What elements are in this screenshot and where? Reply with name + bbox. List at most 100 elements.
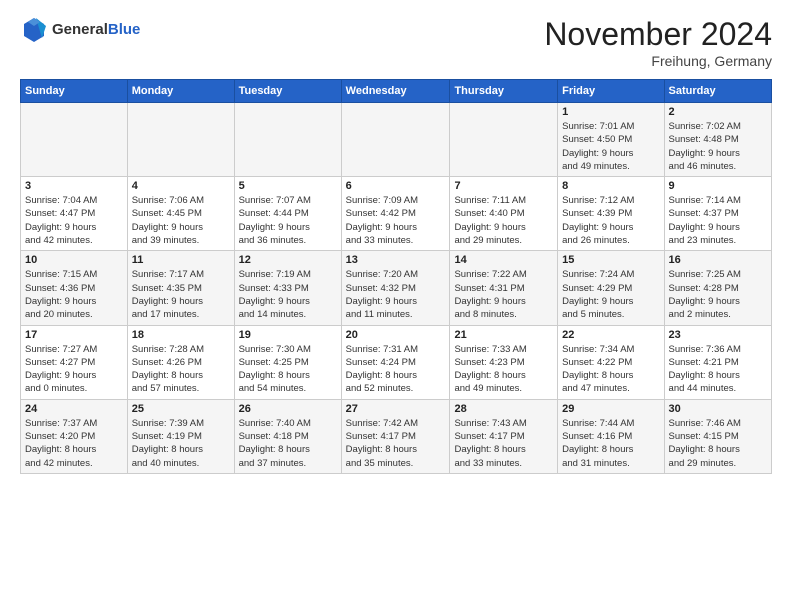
logo-blue: Blue — [108, 21, 141, 38]
day-number: 26 — [239, 403, 337, 415]
day-info: Sunrise: 7:14 AM Sunset: 4:37 PM Dayligh… — [669, 194, 767, 247]
day-number: 10 — [25, 254, 123, 266]
day-number: 21 — [454, 329, 553, 341]
col-thursday: Thursday — [450, 80, 558, 103]
day-number: 11 — [132, 254, 230, 266]
col-tuesday: Tuesday — [234, 80, 341, 103]
day-info: Sunrise: 7:44 AM Sunset: 4:16 PM Dayligh… — [562, 417, 659, 470]
calendar-table: Sunday Monday Tuesday Wednesday Thursday… — [20, 79, 772, 474]
table-row — [21, 103, 128, 177]
day-info: Sunrise: 7:01 AM Sunset: 4:50 PM Dayligh… — [562, 120, 659, 173]
day-number: 14 — [454, 254, 553, 266]
day-number: 8 — [562, 180, 659, 192]
table-row: 12 Sunrise: 7:19 AM Sunset: 4:33 PM Dayli… — [234, 251, 341, 325]
day-info: Sunrise: 7:33 AM Sunset: 4:23 PM Dayligh… — [454, 343, 553, 396]
table-row: 9 Sunrise: 7:14 AM Sunset: 4:37 PM Daylig… — [664, 177, 771, 251]
day-info: Sunrise: 7:12 AM Sunset: 4:39 PM Dayligh… — [562, 194, 659, 247]
day-number: 24 — [25, 403, 123, 415]
day-number: 27 — [346, 403, 446, 415]
day-number: 23 — [669, 329, 767, 341]
day-number: 9 — [669, 180, 767, 192]
col-saturday: Saturday — [664, 80, 771, 103]
calendar-header-row: Sunday Monday Tuesday Wednesday Thursday… — [21, 80, 772, 103]
day-info: Sunrise: 7:34 AM Sunset: 4:22 PM Dayligh… — [562, 343, 659, 396]
day-info: Sunrise: 7:17 AM Sunset: 4:35 PM Dayligh… — [132, 268, 230, 321]
table-row: 24 Sunrise: 7:37 AM Sunset: 4:20 PM Dayli… — [21, 399, 128, 473]
day-info: Sunrise: 7:27 AM Sunset: 4:27 PM Dayligh… — [25, 343, 123, 396]
calendar-week-row: 10 Sunrise: 7:15 AM Sunset: 4:36 PM Dayli… — [21, 251, 772, 325]
table-row — [234, 103, 341, 177]
table-row: 28 Sunrise: 7:43 AM Sunset: 4:17 PM Dayli… — [450, 399, 558, 473]
day-number: 3 — [25, 180, 123, 192]
day-info: Sunrise: 7:30 AM Sunset: 4:25 PM Dayligh… — [239, 343, 337, 396]
table-row: 7 Sunrise: 7:11 AM Sunset: 4:40 PM Daylig… — [450, 177, 558, 251]
calendar-week-row: 24 Sunrise: 7:37 AM Sunset: 4:20 PM Dayli… — [21, 399, 772, 473]
col-sunday: Sunday — [21, 80, 128, 103]
day-number: 4 — [132, 180, 230, 192]
day-number: 18 — [132, 329, 230, 341]
day-info: Sunrise: 7:43 AM Sunset: 4:17 PM Dayligh… — [454, 417, 553, 470]
day-info: Sunrise: 7:06 AM Sunset: 4:45 PM Dayligh… — [132, 194, 230, 247]
day-info: Sunrise: 7:37 AM Sunset: 4:20 PM Dayligh… — [25, 417, 123, 470]
table-row: 8 Sunrise: 7:12 AM Sunset: 4:39 PM Daylig… — [558, 177, 664, 251]
day-info: Sunrise: 7:04 AM Sunset: 4:47 PM Dayligh… — [25, 194, 123, 247]
day-info: Sunrise: 7:39 AM Sunset: 4:19 PM Dayligh… — [132, 417, 230, 470]
day-info: Sunrise: 7:02 AM Sunset: 4:48 PM Dayligh… — [669, 120, 767, 173]
day-number: 29 — [562, 403, 659, 415]
table-row: 1 Sunrise: 7:01 AM Sunset: 4:50 PM Daylig… — [558, 103, 664, 177]
day-info: Sunrise: 7:28 AM Sunset: 4:26 PM Dayligh… — [132, 343, 230, 396]
day-number: 12 — [239, 254, 337, 266]
page: GeneralBlue November 2024 Freihung, Germ… — [0, 0, 792, 612]
col-wednesday: Wednesday — [341, 80, 450, 103]
table-row: 22 Sunrise: 7:34 AM Sunset: 4:22 PM Dayli… — [558, 325, 664, 399]
day-number: 17 — [25, 329, 123, 341]
table-row: 6Sunrise: 7:09 AM Sunset: 4:42 PM Daylig… — [341, 177, 450, 251]
table-row: 21 Sunrise: 7:33 AM Sunset: 4:23 PM Dayli… — [450, 325, 558, 399]
table-row: 29 Sunrise: 7:44 AM Sunset: 4:16 PM Dayli… — [558, 399, 664, 473]
table-row: 23 Sunrise: 7:36 AM Sunset: 4:21 PM Dayli… — [664, 325, 771, 399]
table-row: 13 Sunrise: 7:20 AM Sunset: 4:32 PM Dayli… — [341, 251, 450, 325]
day-info: Sunrise: 7:25 AM Sunset: 4:28 PM Dayligh… — [669, 268, 767, 321]
day-number: 19 — [239, 329, 337, 341]
day-info: Sunrise: 7:20 AM Sunset: 4:32 PM Dayligh… — [346, 268, 446, 321]
day-number: 22 — [562, 329, 659, 341]
day-number: 16 — [669, 254, 767, 266]
table-row: 2 Sunrise: 7:02 AM Sunset: 4:48 PM Daylig… — [664, 103, 771, 177]
table-row: 4 Sunrise: 7:06 AM Sunset: 4:45 PM Daylig… — [127, 177, 234, 251]
day-info: Sunrise: 7:15 AM Sunset: 4:36 PM Dayligh… — [25, 268, 123, 321]
logo-general: General — [52, 21, 108, 38]
table-row — [450, 103, 558, 177]
day-number: 1 — [562, 106, 659, 118]
day-number: 25 — [132, 403, 230, 415]
day-number: 2 — [669, 106, 767, 118]
table-row: 11 Sunrise: 7:17 AM Sunset: 4:35 PM Dayli… — [127, 251, 234, 325]
table-row — [341, 103, 450, 177]
logo: GeneralBlue — [20, 16, 140, 44]
day-number: 13 — [346, 254, 446, 266]
table-row: 27 Sunrise: 7:42 AM Sunset: 4:17 PM Dayli… — [341, 399, 450, 473]
calendar-week-row: 17 Sunrise: 7:27 AM Sunset: 4:27 PM Dayli… — [21, 325, 772, 399]
day-info: Sunrise: 7:19 AM Sunset: 4:33 PM Dayligh… — [239, 268, 337, 321]
day-info: Sunrise: 7:07 AM Sunset: 4:44 PM Dayligh… — [239, 194, 337, 247]
table-row: 20Sunrise: 7:31 AM Sunset: 4:24 PM Dayli… — [341, 325, 450, 399]
table-row: 26 Sunrise: 7:40 AM Sunset: 4:18 PM Dayli… — [234, 399, 341, 473]
day-number: 5 — [239, 180, 337, 192]
day-info: Sunrise: 7:24 AM Sunset: 4:29 PM Dayligh… — [562, 268, 659, 321]
day-number: 15 — [562, 254, 659, 266]
table-row: 19 Sunrise: 7:30 AM Sunset: 4:25 PM Dayli… — [234, 325, 341, 399]
day-number: 28 — [454, 403, 553, 415]
day-info: Sunrise: 7:42 AM Sunset: 4:17 PM Dayligh… — [346, 417, 446, 470]
day-number: 7 — [454, 180, 553, 192]
day-number: 6 — [346, 180, 446, 192]
logo-icon — [20, 16, 48, 44]
month-title: November 2024 — [544, 16, 772, 53]
table-row: 14Sunrise: 7:22 AM Sunset: 4:31 PM Dayli… — [450, 251, 558, 325]
day-info: Sunrise: 7:40 AM Sunset: 4:18 PM Dayligh… — [239, 417, 337, 470]
table-row: 18 Sunrise: 7:28 AM Sunset: 4:26 PM Dayli… — [127, 325, 234, 399]
day-info: Sunrise: 7:46 AM Sunset: 4:15 PM Dayligh… — [669, 417, 767, 470]
table-row: 25 Sunrise: 7:39 AM Sunset: 4:19 PM Dayli… — [127, 399, 234, 473]
day-info: Sunrise: 7:36 AM Sunset: 4:21 PM Dayligh… — [669, 343, 767, 396]
day-info: Sunrise: 7:11 AM Sunset: 4:40 PM Dayligh… — [454, 194, 553, 247]
day-number: 30 — [669, 403, 767, 415]
table-row: 16 Sunrise: 7:25 AM Sunset: 4:28 PM Dayli… — [664, 251, 771, 325]
